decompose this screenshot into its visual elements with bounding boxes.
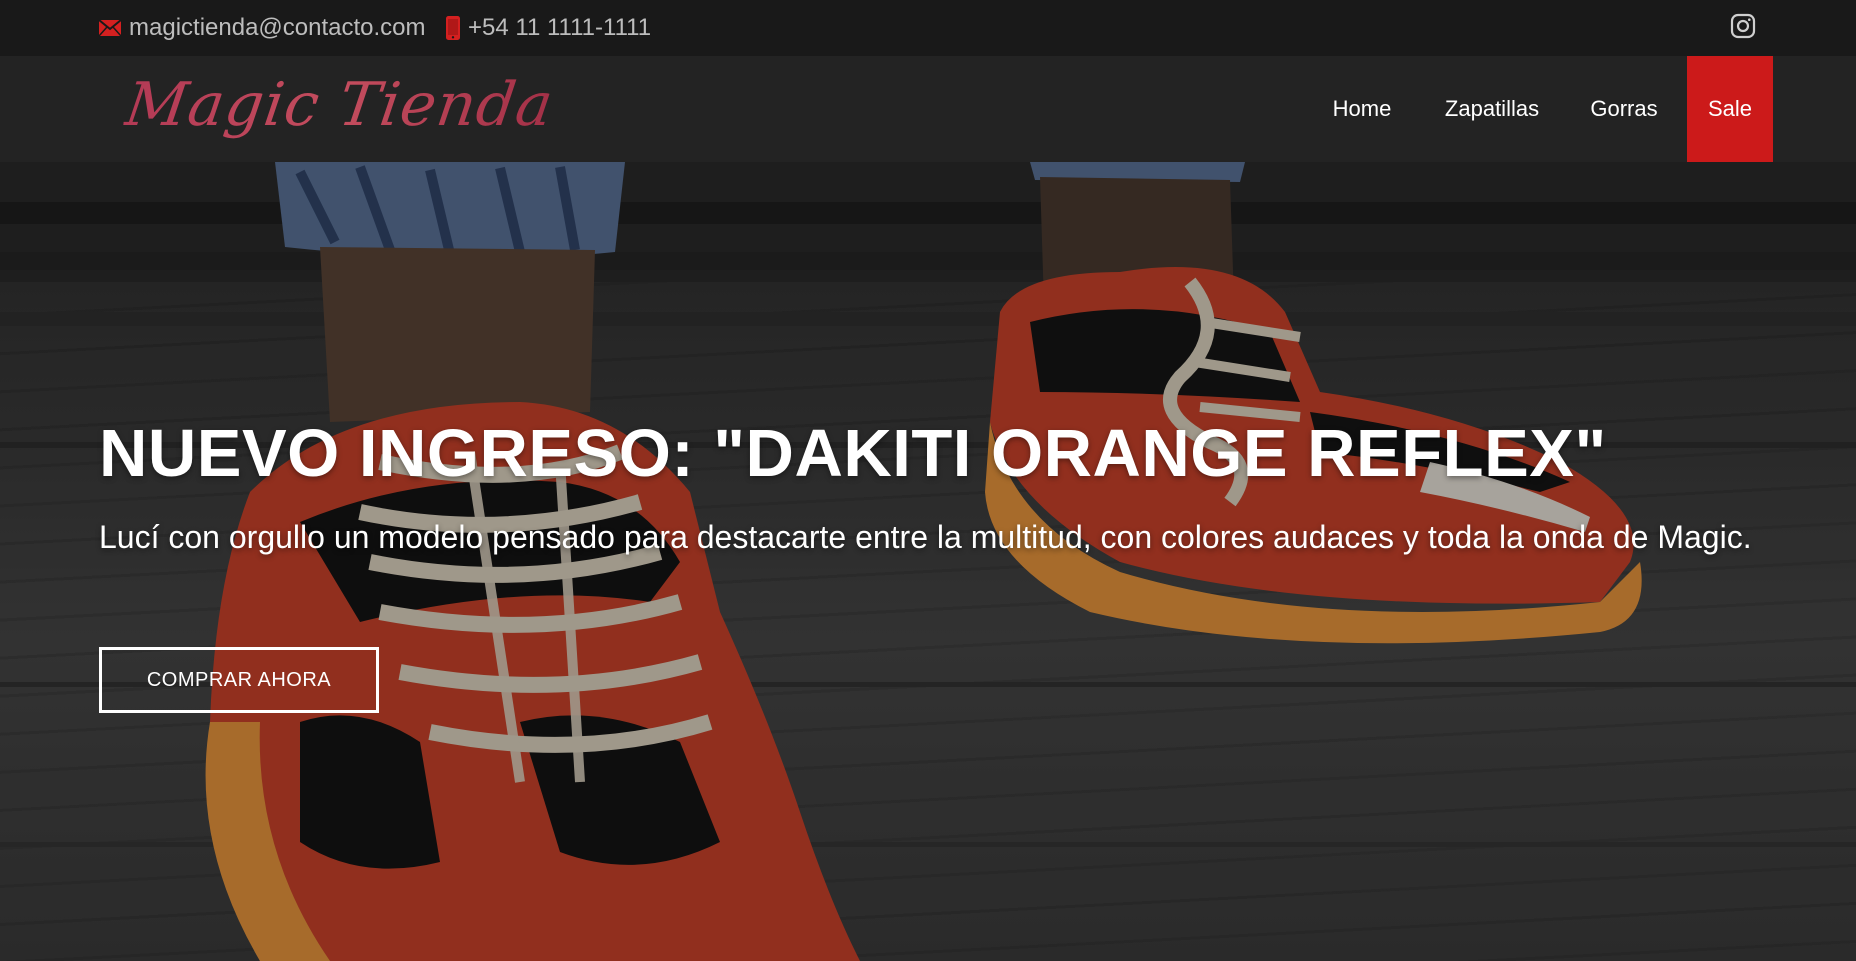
- contact-email-text: magictienda@contacto.com: [129, 14, 426, 41]
- phone-icon: [446, 16, 460, 40]
- instagram-icon[interactable]: [1730, 13, 1756, 39]
- nav-item-gorras[interactable]: Gorras: [1575, 56, 1673, 162]
- contact-topbar: magictienda@contacto.com +54 11 1111-111…: [0, 0, 1856, 56]
- main-navbar: Magic Tienda Home Zapatillas Gorras Sale: [0, 56, 1856, 162]
- hero-banner: NUEVO INGRESO: "DAKITI ORANGE REFLEX" Lu…: [0, 162, 1856, 961]
- hero-overlay: [0, 162, 1856, 961]
- mail-icon: [99, 20, 121, 36]
- contact-email[interactable]: magictienda@contacto.com: [99, 0, 426, 56]
- nav-item-sale[interactable]: Sale: [1687, 56, 1773, 162]
- hero-subtitle: Lucí con orgullo un modelo pensado para …: [99, 519, 1752, 555]
- contact-phone[interactable]: +54 11 1111-1111: [446, 0, 651, 56]
- contact-phone-text: +54 11 1111-1111: [468, 14, 652, 41]
- nav-item-home[interactable]: Home: [1315, 56, 1409, 162]
- buy-now-button[interactable]: COMPRAR AHORA: [99, 647, 379, 713]
- hero-title: NUEVO INGRESO: "DAKITI ORANGE REFLEX": [99, 416, 1607, 491]
- nav-item-zapatillas[interactable]: Zapatillas: [1430, 56, 1554, 162]
- brand-logo[interactable]: Magic Tienda: [120, 60, 560, 150]
